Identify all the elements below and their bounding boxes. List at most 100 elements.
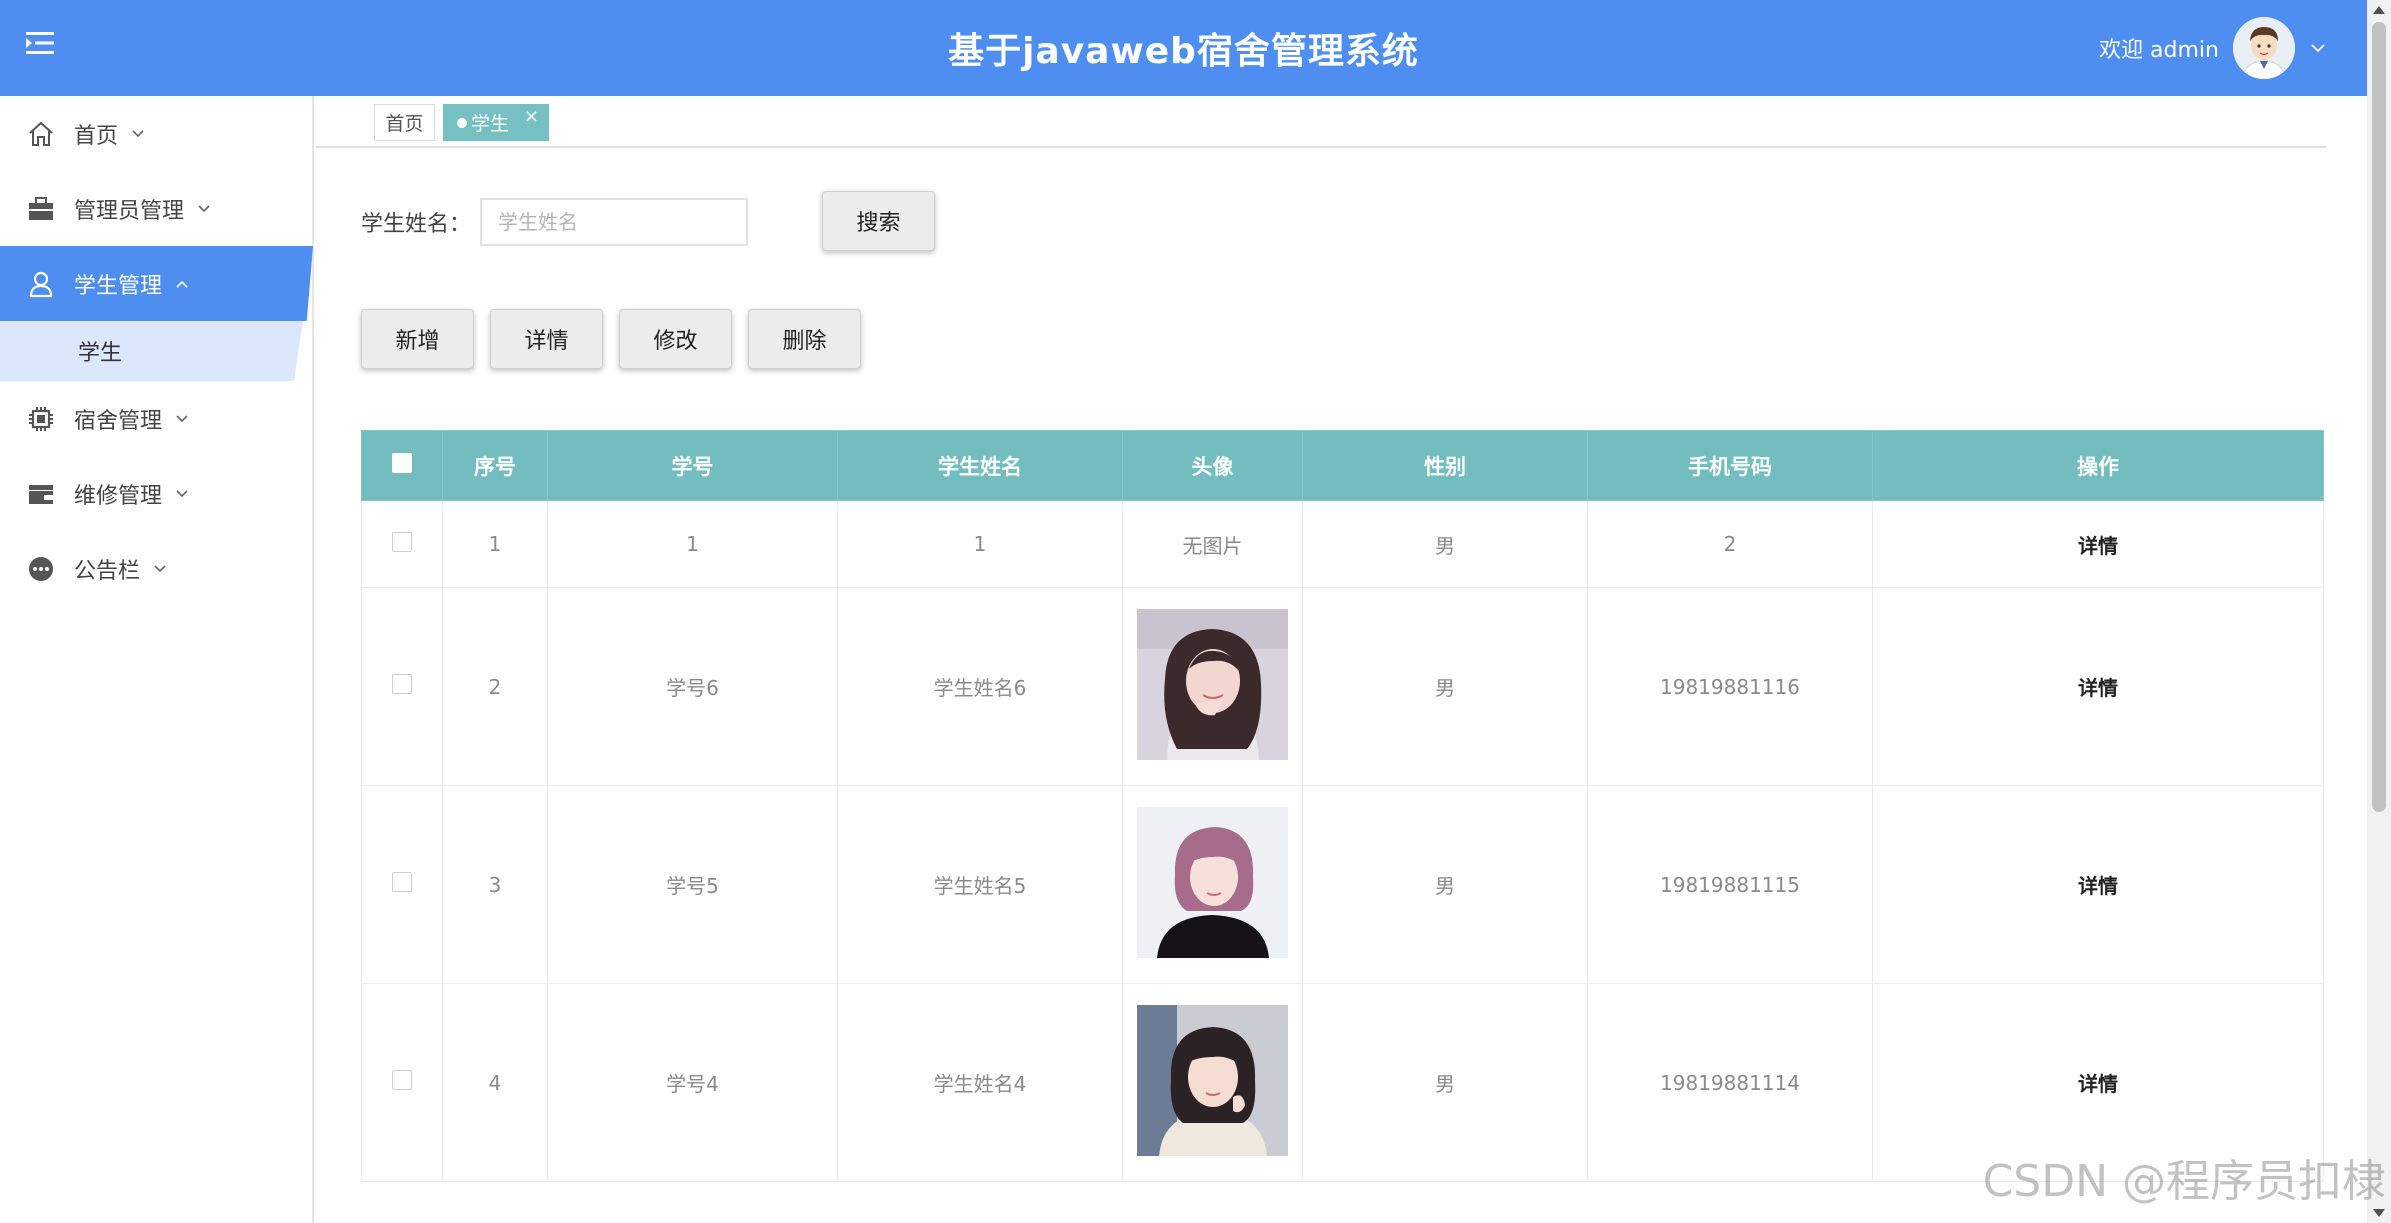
column-header: 序号 <box>442 430 548 501</box>
column-header: 学生姓名 <box>837 430 1123 501</box>
tab-label: 首页 <box>385 113 424 135</box>
student-name-search-input[interactable] <box>480 198 748 246</box>
cell-name: 学生姓名5 <box>837 785 1123 984</box>
cell-gender: 男 <box>1302 587 1588 786</box>
student-table: 序号 学号 学生姓名 头像 性别 手机号码 操作 1 1 1 无图片 男 2 详… <box>361 430 2324 1182</box>
dots-circle-icon <box>26 554 56 584</box>
add-button[interactable]: 新增 <box>361 309 474 369</box>
row-checkbox[interactable] <box>392 531 412 552</box>
chevron-down-icon <box>132 129 144 137</box>
sidebar-item-label: 维修管理 <box>74 483 163 509</box>
table-header-row: 序号 学号 学生姓名 头像 性别 手机号码 操作 <box>361 430 2324 501</box>
row-checkbox[interactable] <box>392 1070 412 1090</box>
sidebar-item-repair-management[interactable]: 维修管理 <box>0 456 312 531</box>
chip-icon <box>26 404 56 434</box>
cell-no: 2 <box>442 587 548 786</box>
row-checkbox[interactable] <box>392 674 412 694</box>
top-header: 基于javaweb宿舍管理系统 欢迎 admin <box>0 0 2367 96</box>
cell-phone: 19819881116 <box>1587 587 1873 786</box>
cell-avatar <box>1122 785 1303 984</box>
cell-student-id: 学号4 <box>547 983 838 1182</box>
row-select-cell <box>361 983 443 1182</box>
column-header: 头像 <box>1122 430 1303 501</box>
sidebar-item-admin-management[interactable]: 管理员管理 <box>0 171 312 246</box>
sidebar-item-bulletin[interactable]: 公告栏 <box>0 531 312 606</box>
sidebar-item-dorm-management[interactable]: 宿舍管理 <box>0 381 312 456</box>
row-detail-link[interactable]: 详情 <box>1872 785 2324 984</box>
home-icon <box>26 119 56 149</box>
sidebar-item-label: 学生管理 <box>74 273 163 299</box>
tab-home[interactable]: 首页 <box>374 104 435 141</box>
chevron-down-icon <box>176 489 188 497</box>
welcome-text: 欢迎 admin <box>2099 38 2219 63</box>
csdn-watermark: CSDN @程序员扣棣 <box>1982 1156 2386 1207</box>
sidebar-item-label: 首页 <box>74 123 119 149</box>
cell-no: 1 <box>442 500 548 588</box>
sidebar-item-label: 公告栏 <box>74 558 141 584</box>
sidebar: 首页 管理员管理 学生管理 学生 宿舍管理 维修管理 公告栏 <box>0 96 314 1223</box>
search-label: 学生姓名： <box>361 212 472 237</box>
scroll-down-arrow-icon[interactable] <box>2373 1209 2385 1217</box>
sidebar-item-label: 宿舍管理 <box>74 408 163 434</box>
select-all-checkbox[interactable] <box>392 453 412 473</box>
row-select-cell <box>361 587 443 786</box>
sidebar-item-label: 管理员管理 <box>74 198 185 224</box>
row-select-cell <box>361 500 443 588</box>
cell-student-id: 学号6 <box>547 587 838 786</box>
tabs-bar: 首页 学生 × <box>316 96 2326 148</box>
column-header: 操作 <box>1872 430 2324 501</box>
tab-student[interactable]: 学生 × <box>443 104 549 141</box>
select-all-cell <box>361 430 443 501</box>
sidebar-subitem-student[interactable]: 学生 <box>0 321 303 381</box>
page-scrollbar[interactable] <box>2367 0 2391 1223</box>
table-row: 3 学号5 学生姓名5 男 19819881115 详情 <box>361 785 2324 984</box>
cell-name: 学生姓名4 <box>837 983 1123 1182</box>
student-photo <box>1137 806 1288 958</box>
user-menu[interactable]: 欢迎 admin <box>2099 10 2327 86</box>
briefcase-icon <box>26 194 56 224</box>
person-icon <box>26 269 56 299</box>
app-title: 基于javaweb宿舍管理系统 <box>948 31 1419 72</box>
search-button[interactable]: 搜索 <box>822 191 935 251</box>
active-dot-icon <box>457 117 467 128</box>
row-checkbox[interactable] <box>392 872 412 892</box>
cell-gender: 男 <box>1302 500 1588 588</box>
delete-button[interactable]: 删除 <box>748 309 861 369</box>
cell-student-id: 学号5 <box>547 785 838 984</box>
cell-gender: 男 <box>1302 785 1588 984</box>
row-select-cell <box>361 785 443 984</box>
chevron-up-icon <box>176 280 188 288</box>
detail-button[interactable]: 详情 <box>490 309 603 369</box>
cell-phone: 19819881114 <box>1587 983 1873 1182</box>
scrollbar-thumb[interactable] <box>2372 22 2386 812</box>
tab-label: 学生 <box>471 113 510 135</box>
chevron-down-icon <box>154 564 166 572</box>
student-photo <box>1137 608 1288 760</box>
cell-avatar <box>1122 983 1303 1182</box>
sidebar-item-student-management[interactable]: 学生管理 <box>0 246 313 321</box>
cell-phone: 19819881115 <box>1587 785 1873 984</box>
chevron-down-icon[interactable] <box>2309 39 2327 57</box>
cell-avatar <box>1122 587 1303 786</box>
cell-name: 1 <box>837 500 1123 588</box>
cell-phone: 2 <box>1587 500 1873 588</box>
user-avatar[interactable] <box>2233 17 2295 79</box>
column-header: 性别 <box>1302 430 1588 501</box>
column-header: 学号 <box>547 430 838 501</box>
cell-no: 3 <box>442 785 548 984</box>
chevron-down-icon <box>176 414 188 422</box>
table-row: 1 1 1 无图片 男 2 详情 <box>361 500 2324 588</box>
table-row: 2 学号6 学生姓名6 男 19819881116 详情 <box>361 587 2324 786</box>
scroll-up-arrow-icon[interactable] <box>2373 6 2385 14</box>
row-detail-link[interactable]: 详情 <box>1872 500 2324 588</box>
cell-no: 4 <box>442 983 548 1182</box>
close-icon[interactable]: × <box>524 106 539 127</box>
sidebar-item-home[interactable]: 首页 <box>0 96 312 171</box>
cell-student-id: 1 <box>547 500 838 588</box>
wallet-icon <box>26 479 56 509</box>
row-detail-link[interactable]: 详情 <box>1872 587 2324 786</box>
edit-button[interactable]: 修改 <box>619 309 732 369</box>
cell-name: 学生姓名6 <box>837 587 1123 786</box>
student-photo <box>1137 1004 1288 1156</box>
cell-avatar: 无图片 <box>1122 500 1303 588</box>
